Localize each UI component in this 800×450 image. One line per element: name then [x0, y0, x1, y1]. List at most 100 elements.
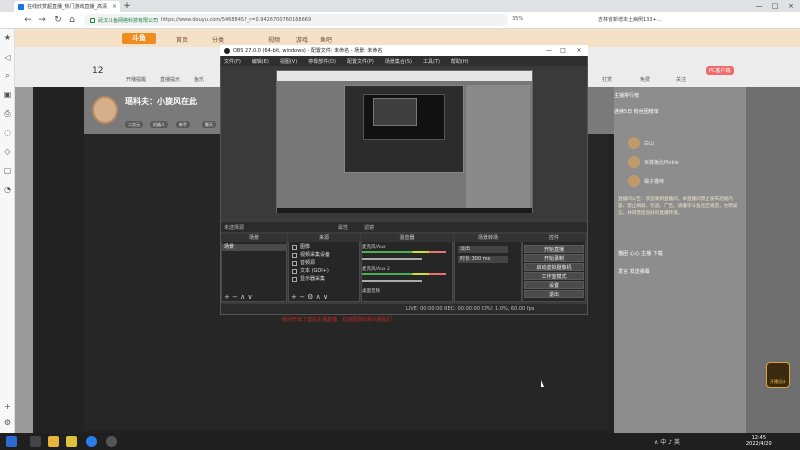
zoom-level[interactable]: 35%: [512, 16, 523, 22]
streamer-name[interactable]: 瑶科夫：小旋风在此: [125, 96, 197, 107]
streamer-avatar[interactable]: [92, 96, 118, 124]
new-tab-button[interactable]: +: [122, 1, 132, 11]
user-name[interactable]: 橘子猫咪: [644, 178, 664, 185]
screen-icon[interactable]: ▣: [3, 90, 12, 99]
menu-edit[interactable]: 编辑(E): [252, 58, 269, 65]
obs-close-button[interactable]: ×: [574, 46, 584, 55]
source-item[interactable]: 显示器采集: [290, 276, 358, 283]
notes-icon[interactable]: ▢: [3, 166, 12, 175]
menu-help[interactable]: 帮助(H): [451, 58, 469, 65]
studio-mode-button[interactable]: 工作室模式: [524, 272, 584, 280]
nav-home[interactable]: 首页: [176, 35, 188, 44]
tab-close-icon[interactable]: ×: [112, 3, 120, 10]
obs-minimize-button[interactable]: —: [544, 46, 554, 55]
sources-footer[interactable]: + − ⚙ ∧ ∨: [288, 292, 360, 302]
nav-yuba[interactable]: 鱼吧: [320, 35, 332, 44]
favorites-icon[interactable]: ★: [3, 33, 12, 42]
browser-taskbar-icon[interactable]: [86, 436, 97, 447]
nav-video[interactable]: 视频: [268, 35, 280, 44]
nav-game[interactable]: 游戏: [296, 35, 308, 44]
game-badge[interactable]: 开播设计: [766, 362, 790, 388]
user-avatar[interactable]: [628, 175, 640, 187]
chat-actions[interactable]: 发言 发送弹幕: [618, 268, 650, 275]
start-recording-button[interactable]: 开始录制: [524, 254, 584, 262]
room-tag[interactable]: 聊天: [202, 121, 216, 128]
menu-file[interactable]: 文件(F): [224, 58, 241, 65]
reload-icon[interactable]: ↻: [52, 14, 64, 26]
menu-profile[interactable]: 配置文件(P): [347, 58, 374, 65]
search-icon[interactable]: ⌕: [3, 71, 12, 80]
nav-category[interactable]: 分类: [212, 35, 224, 44]
print-icon[interactable]: ⎙: [3, 109, 12, 118]
user-avatar[interactable]: [628, 137, 640, 149]
sub-reward[interactable]: 打赏: [602, 76, 612, 83]
add-icon[interactable]: +: [3, 402, 12, 411]
fan-tags[interactable]: 猫团 心心 主播 下载: [618, 250, 663, 257]
room-notice: 直播间公告：欢迎来到直播间，本直播间禁止发布违规内容，禁止刷屏、引战、广告。请遵…: [618, 197, 738, 216]
room-tag[interactable]: 新手: [176, 121, 190, 128]
user-name[interactable]: 米菲兔比Pinkie: [644, 159, 679, 166]
menu-tools[interactable]: 工具(T): [423, 58, 440, 65]
obs-titlebar[interactable]: OBS 27.0.0 (64-bit, windows) - 配置文件: 未命名…: [220, 45, 588, 56]
back-icon[interactable]: ←: [22, 14, 34, 26]
news-ticker[interactable]: 吉林省新增本土病例133+...: [598, 16, 662, 23]
sub-remind[interactable]: 开播提醒: [126, 76, 146, 83]
source-item[interactable]: 视频采集设备: [290, 252, 358, 259]
filters-button[interactable]: 滤镜: [364, 224, 374, 231]
room-tag[interactable]: 二次元: [125, 121, 143, 128]
chat-icon[interactable]: ◌: [3, 128, 12, 137]
exit-button[interactable]: 退出: [524, 290, 584, 298]
settings-button[interactable]: 设置: [524, 281, 584, 289]
room-tag[interactable]: 机器人: [150, 121, 168, 128]
sub-fun[interactable]: 鱼乐: [194, 76, 204, 83]
virtual-camera-button[interactable]: 启动虚拟摄像机: [524, 263, 584, 271]
clock[interactable]: 12:45 2022/4/20: [746, 435, 772, 447]
close-window-button[interactable]: ×: [784, 1, 798, 11]
volume-slider[interactable]: [362, 280, 422, 282]
home-icon[interactable]: ⌂: [66, 14, 78, 26]
address-bar[interactable]: 武汉斗鱼网络科技有限公司 https://www.douyu.com/54688…: [84, 14, 508, 26]
sub-follow[interactable]: 关注: [676, 76, 686, 83]
volume-slider[interactable]: [362, 258, 422, 260]
app-icon[interactable]: [66, 436, 77, 447]
user-avatar[interactable]: [628, 156, 640, 168]
rank-title[interactable]: 主播排行榜: [614, 92, 639, 99]
menu-view[interactable]: 视图(V): [280, 58, 297, 65]
file-explorer-icon[interactable]: [48, 436, 59, 447]
sub-free[interactable]: 免费: [640, 76, 650, 83]
history-icon[interactable]: ◔: [3, 185, 12, 194]
transition-select[interactable]: 淡出: [458, 246, 508, 253]
obs-taskbar-icon[interactable]: [106, 436, 117, 447]
menu-docks[interactable]: 停靠部件(D): [308, 58, 336, 65]
settings-icon[interactable]: ⚙: [3, 418, 12, 427]
user-name[interactable]: 白山: [644, 140, 654, 147]
fans-list-title[interactable]: 连续5日 粉丝团榜单: [614, 108, 659, 115]
mixer-channel: 麦克风/Aux 2: [362, 267, 390, 272]
scene-item[interactable]: 场景: [222, 244, 286, 251]
browser-tab[interactable]: 在线欣赏超直播_热门游戏直播_高清 ×: [14, 1, 120, 12]
sub-hint[interactable]: 直播提示: [160, 76, 180, 83]
task-view-icon[interactable]: [30, 436, 41, 447]
windows-start-icon[interactable]: [6, 436, 17, 447]
source-item[interactable]: 图像: [290, 244, 358, 251]
maximize-button[interactable]: □: [768, 1, 782, 11]
pc-client-button[interactable]: PC客户端: [706, 66, 734, 75]
source-item[interactable]: 文本 (GDI+): [290, 268, 358, 275]
obs-maximize-button[interactable]: □: [558, 46, 568, 55]
share-icon[interactable]: ◁: [3, 53, 12, 62]
forward-icon[interactable]: →: [36, 14, 48, 26]
level-badge[interactable]: 12: [92, 66, 103, 76]
douyu-favicon-icon: [18, 3, 24, 10]
menu-scene-collection[interactable]: 场景集合(S): [385, 58, 412, 65]
url-text[interactable]: https://www.douyu.com/5468845?_r=0.94267…: [161, 17, 311, 23]
duration-field[interactable]: 时长 300 ms: [458, 256, 508, 263]
scenes-footer[interactable]: + − ∧ ∨: [221, 292, 287, 302]
douyu-logo[interactable]: 斗鱼: [122, 33, 156, 44]
system-tray[interactable]: ∧ 中 ♪ 英: [654, 437, 680, 446]
start-streaming-button[interactable]: 开始直播: [524, 245, 584, 253]
minimize-button[interactable]: —: [752, 1, 766, 11]
obs-source-toolbar: 未选择源 属性 滤镜: [221, 222, 587, 232]
properties-button[interactable]: 属性: [338, 224, 348, 231]
source-item[interactable]: 音频源: [290, 260, 358, 267]
extension-icon[interactable]: ◇: [3, 147, 12, 156]
